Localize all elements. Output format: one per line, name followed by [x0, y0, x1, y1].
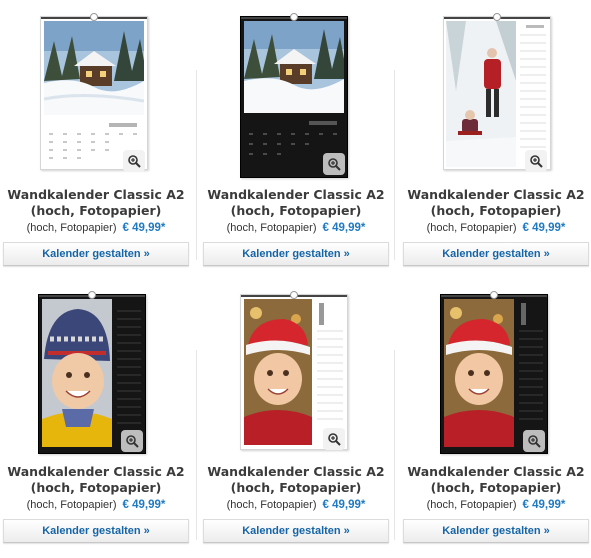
product-card-1: Wandkalender Classic A2 (hoch, Fotopapie…: [3, 10, 189, 280]
product-title: Wandkalender Classic A2 (hoch, Fotopapie…: [203, 187, 389, 219]
design-calendar-button[interactable]: Kalender gestalten »: [203, 242, 389, 266]
design-calendar-button[interactable]: Kalender gestalten »: [3, 519, 189, 543]
hanger-hook: [90, 13, 98, 21]
column-divider: [196, 70, 197, 260]
product-card-5: Wandkalender Classic A2 (hoch, Fotopapie…: [203, 288, 389, 558]
product-title-line1: Wandkalender Classic A2: [7, 464, 185, 479]
calendar-preview: [443, 16, 551, 170]
product-subtitle: (hoch, Fotopapier): [26, 499, 117, 511]
product-thumbnail[interactable]: [3, 288, 189, 454]
product-thumbnail[interactable]: [3, 10, 189, 174]
product-title-line2: (hoch, Fotopapier): [230, 480, 362, 495]
product-title-line2: (hoch, Fotopapier): [230, 203, 362, 218]
product-thumbnail[interactable]: [203, 288, 389, 452]
product-subtitle: (hoch, Fotopapier): [226, 222, 317, 234]
product-thumbnail[interactable]: [203, 10, 389, 178]
child-santa-photo: [444, 299, 514, 447]
child-santa-photo: [244, 299, 312, 445]
column-divider: [394, 350, 395, 540]
price: € 49,99*: [322, 499, 366, 511]
product-subtitle: (hoch, Fotopapier): [226, 499, 317, 511]
calendar-day-strip: [517, 301, 545, 447]
product-title: Wandkalender Classic A2 (hoch, Fotopapie…: [3, 464, 189, 496]
price: € 49,99*: [322, 222, 366, 234]
winter-house-photo: [44, 21, 144, 115]
magnifier-plus-icon[interactable]: [523, 430, 545, 452]
product-subtitle: (hoch, Fotopapier): [426, 499, 517, 511]
product-subtitle: (hoch, Fotopapier): [426, 222, 517, 234]
hanger-hook: [290, 13, 298, 21]
hanger-hook: [490, 291, 498, 299]
design-calendar-button[interactable]: Kalender gestalten »: [403, 242, 589, 266]
price-line: (hoch, Fotopapier) € 49,99*: [3, 499, 189, 511]
product-card-3: Wandkalender Classic A2 (hoch, Fotopapie…: [403, 10, 589, 280]
price-line: (hoch, Fotopapier) € 49,99*: [403, 222, 589, 234]
product-title: Wandkalender Classic A2 (hoch, Fotopapie…: [403, 464, 589, 496]
price: € 49,99*: [122, 499, 166, 511]
product-title-line2: (hoch, Fotopapier): [30, 480, 162, 495]
price-line: (hoch, Fotopapier) € 49,99*: [203, 499, 389, 511]
column-divider: [394, 70, 395, 260]
price-line: (hoch, Fotopapier) € 49,99*: [203, 222, 389, 234]
hanger-hook: [493, 13, 501, 21]
product-title-line1: Wandkalender Classic A2: [7, 187, 185, 202]
sled-photo: [446, 21, 516, 167]
product-title-line1: Wandkalender Classic A2: [207, 187, 385, 202]
design-calendar-button[interactable]: Kalender gestalten »: [403, 519, 589, 543]
product-title: Wandkalender Classic A2 (hoch, Fotopapie…: [3, 187, 189, 219]
magnifier-plus-icon[interactable]: [123, 150, 145, 172]
price: € 49,99*: [522, 222, 566, 234]
design-calendar-button[interactable]: Kalender gestalten »: [3, 242, 189, 266]
product-card-4: Wandkalender Classic A2 (hoch, Fotopapie…: [3, 288, 189, 558]
product-title: Wandkalender Classic A2 (hoch, Fotopapie…: [203, 464, 389, 496]
hanger-hook: [88, 291, 96, 299]
calendar-preview: [40, 16, 148, 170]
magnifier-plus-icon[interactable]: [121, 430, 143, 452]
product-title-line1: Wandkalender Classic A2: [407, 464, 585, 479]
magnifier-plus-icon[interactable]: [323, 428, 345, 450]
price: € 49,99*: [122, 222, 166, 234]
magnifier-plus-icon[interactable]: [323, 153, 345, 175]
winter-house-photo: [244, 21, 344, 113]
product-title-line1: Wandkalender Classic A2: [407, 187, 585, 202]
magnifier-plus-icon[interactable]: [525, 150, 547, 172]
price-line: (hoch, Fotopapier) € 49,99*: [403, 499, 589, 511]
product-thumbnail[interactable]: [403, 10, 589, 174]
calendar-day-strip: [115, 301, 143, 447]
product-title-line2: (hoch, Fotopapier): [430, 203, 562, 218]
column-divider: [196, 350, 197, 540]
price: € 49,99*: [522, 499, 566, 511]
product-title: Wandkalender Classic A2 (hoch, Fotopapie…: [403, 187, 589, 219]
product-thumbnail[interactable]: [403, 288, 589, 454]
product-title-line2: (hoch, Fotopapier): [430, 480, 562, 495]
product-title-line1: Wandkalender Classic A2: [207, 464, 385, 479]
design-calendar-button[interactable]: Kalender gestalten »: [203, 519, 389, 543]
product-title-line2: (hoch, Fotopapier): [30, 203, 162, 218]
calendar-day-strip: [315, 301, 345, 447]
calendar-preview: [240, 294, 348, 450]
product-subtitle: (hoch, Fotopapier): [26, 222, 117, 234]
product-card-2: Wandkalender Classic A2 (hoch, Fotopapie…: [203, 10, 389, 280]
boy-hat-photo: [42, 299, 112, 447]
product-card-6: Wandkalender Classic A2 (hoch, Fotopapie…: [403, 288, 589, 558]
hanger-hook: [290, 291, 298, 299]
price-line: (hoch, Fotopapier) € 49,99*: [3, 222, 189, 234]
calendar-day-strip: [518, 23, 548, 167]
